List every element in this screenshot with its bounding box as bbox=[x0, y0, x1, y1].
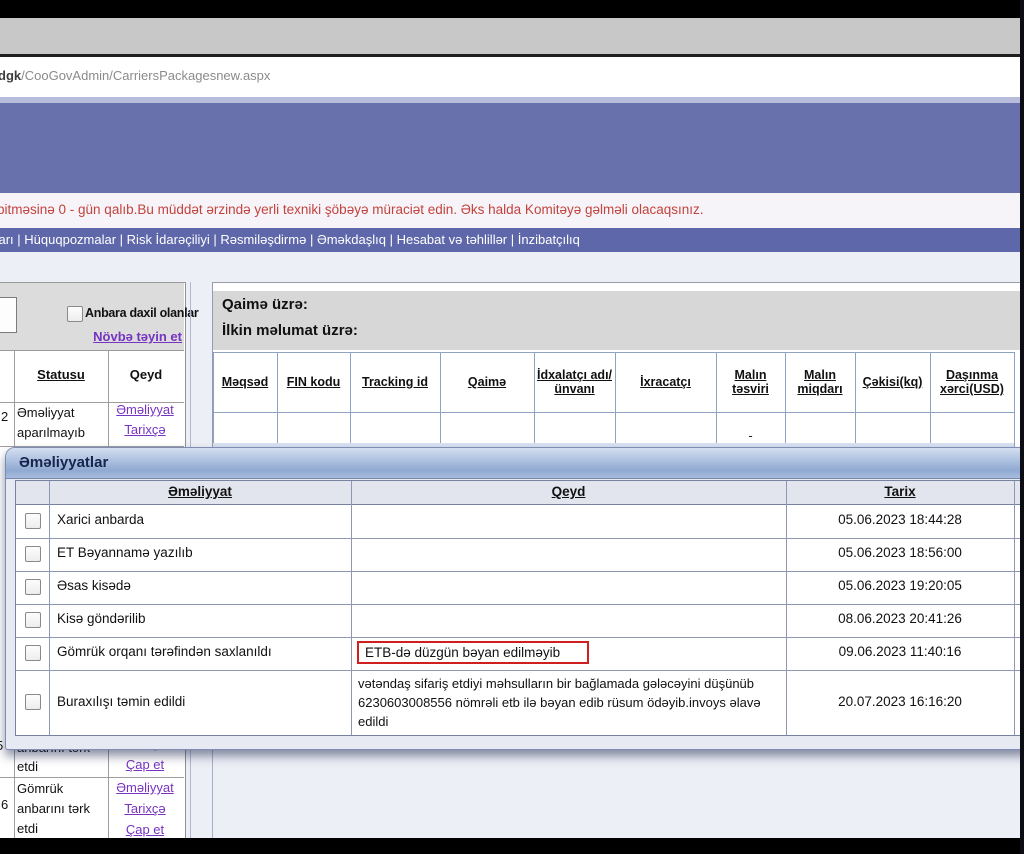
operation-link[interactable]: Əməliyyat bbox=[110, 402, 180, 417]
section-title-initial: İlkin məlumat üzrə: bbox=[222, 322, 358, 339]
row-status: anbarını tərk bbox=[17, 801, 90, 816]
divider bbox=[1014, 481, 1015, 735]
sidebar-column-status[interactable]: Statusu bbox=[14, 367, 108, 382]
note-cell-highlighted: ETB-də düzgün bəyan edilməyib bbox=[357, 641, 589, 664]
column-header-weight[interactable]: Çəkisi(kq) bbox=[856, 352, 929, 412]
divider bbox=[1014, 352, 1015, 462]
note-cell: vətəndaş sifariş etdiyi məhsulların bir … bbox=[358, 674, 790, 731]
operation-link[interactable]: Əməliyyat bbox=[110, 780, 180, 795]
date-cell: 20.07.2023 16:16:20 bbox=[786, 694, 1014, 709]
row-id: 2 bbox=[1, 409, 8, 424]
nav-item[interactable]: Rəsmiləşdirmə bbox=[220, 232, 306, 247]
column-header-waybill[interactable]: Qaimə bbox=[441, 352, 533, 412]
row-checkbox[interactable] bbox=[25, 612, 41, 628]
column-header-purpose[interactable]: Məqsəd bbox=[214, 352, 276, 412]
operation-cell: Buraxılışı təmin edildi bbox=[57, 694, 185, 709]
row-id: 6 bbox=[1, 797, 8, 812]
row-status: Gömrük bbox=[17, 781, 63, 796]
date-cell: 05.06.2023 18:44:28 bbox=[786, 512, 1014, 527]
dialog-title: Əməliyyatlar bbox=[19, 454, 108, 471]
divider bbox=[49, 481, 50, 735]
divider bbox=[16, 571, 1024, 572]
column-header-note[interactable]: Qeyd bbox=[351, 484, 786, 499]
operation-cell: Kisə göndərilib bbox=[57, 611, 146, 626]
empty-cell-dash: - bbox=[717, 428, 784, 443]
date-cell: 09.06.2023 11:40:16 bbox=[786, 644, 1014, 659]
main-nav: tları | Hüquqpozmalar | Risk İdarəçiliyi… bbox=[0, 232, 580, 247]
operations-dialog: Əməliyyatlar Əməliyyat Qeyd Tarix Xarici… bbox=[5, 447, 1024, 750]
letterbox-bottom bbox=[0, 838, 1024, 854]
row-checkbox[interactable] bbox=[25, 513, 41, 529]
column-header-goods-qty[interactable]: Malın miqdarı bbox=[786, 352, 854, 412]
browser-tab-bar bbox=[0, 18, 1024, 54]
column-header-exporter[interactable]: İxracatçı bbox=[616, 352, 715, 412]
letterbox-top bbox=[0, 0, 1024, 18]
nav-item[interactable]: Hesabat və təhlillər bbox=[397, 232, 508, 247]
history-link[interactable]: Tarixçə bbox=[110, 422, 180, 437]
nav-item[interactable]: İnzibatçılıq bbox=[518, 232, 580, 247]
url-text[interactable]: dgk/CooGovAdmin/CarriersPackagesnew.aspx bbox=[0, 68, 270, 83]
history-link[interactable]: Tarixçə bbox=[110, 801, 180, 816]
divider bbox=[213, 412, 1014, 413]
date-cell: 05.06.2023 18:56:00 bbox=[786, 545, 1014, 560]
column-header-fin[interactable]: FIN kodu bbox=[278, 352, 349, 412]
queue-assign-link[interactable]: Növbə təyin et bbox=[60, 329, 182, 344]
nav-item[interactable]: Hüquqpozmalar bbox=[24, 232, 116, 247]
sidebar-column-note: Qeyd bbox=[108, 367, 184, 382]
row-id: 5 bbox=[0, 738, 3, 753]
row-status: etdi bbox=[17, 821, 38, 836]
letterbox-right bbox=[1020, 0, 1024, 854]
divider bbox=[16, 604, 1024, 605]
nav-item[interactable]: Risk İdarəçiliyi bbox=[127, 232, 210, 247]
row-checkbox[interactable] bbox=[25, 694, 41, 710]
clipped-input-box[interactable] bbox=[0, 297, 17, 333]
column-header-importer[interactable]: İdxalatçı adı/ ünvanı bbox=[535, 352, 614, 412]
row-checkbox[interactable] bbox=[25, 546, 41, 562]
column-header-goods-desc[interactable]: Malın təsviri bbox=[717, 352, 784, 412]
divider bbox=[16, 637, 1024, 638]
divider bbox=[0, 777, 184, 778]
nav-item[interactable]: tları bbox=[0, 232, 14, 247]
operation-cell: Gömrük orqanı tərəfindən saxlanıldı bbox=[57, 644, 272, 659]
waybill-panel-header: Qaimə üzrə: İlkin məlumat üzrə: bbox=[213, 291, 1021, 350]
warning-strip: bitməsinə 0 - gün qalıb.Bu müddət ərzind… bbox=[0, 193, 1024, 228]
divider bbox=[212, 748, 213, 838]
operation-cell: Əsas kisədə bbox=[57, 578, 131, 593]
divider bbox=[351, 481, 352, 735]
divider bbox=[16, 538, 1024, 539]
column-header-shipping[interactable]: Daşınma xərci(USD) bbox=[931, 352, 1013, 412]
row-status: aparılmayıb bbox=[17, 425, 85, 440]
row-checkbox[interactable] bbox=[25, 645, 41, 661]
divider bbox=[16, 670, 1024, 671]
nav-item[interactable]: Əməkdaşlıq bbox=[317, 232, 386, 247]
print-link[interactable]: Çap et bbox=[110, 822, 180, 837]
browser-address-bar[interactable]: dgk/CooGovAdmin/CarriersPackagesnew.aspx bbox=[0, 57, 1024, 98]
column-header-date[interactable]: Tarix bbox=[786, 484, 1014, 499]
column-header-operation[interactable]: Əməliyyat bbox=[49, 484, 351, 499]
date-cell: 08.06.2023 20:41:26 bbox=[786, 611, 1014, 626]
date-cell: 05.06.2023 19:20:05 bbox=[786, 578, 1014, 593]
screen: dgk/CooGovAdmin/CarriersPackagesnew.aspx… bbox=[0, 0, 1024, 854]
print-link[interactable]: Çap et bbox=[110, 757, 180, 772]
operation-cell: Xarici anbarda bbox=[57, 512, 144, 527]
page-banner: Poçt məlumatları(Yeni) bbox=[0, 103, 1024, 193]
row-status: etdi bbox=[17, 759, 38, 774]
row-status: Əməliyyat bbox=[17, 405, 74, 420]
dialog-titlebar: Əməliyyatlar bbox=[6, 448, 1024, 479]
warehouse-filter-checkbox[interactable] bbox=[67, 306, 83, 322]
url-domain: dgk bbox=[0, 68, 21, 83]
section-title-waybill: Qaimə üzrə: bbox=[222, 296, 308, 313]
operations-table: Əməliyyat Qeyd Tarix Xarici anbarda 05.0… bbox=[15, 480, 1024, 736]
column-header-tracking[interactable]: Tracking id bbox=[351, 352, 439, 412]
url-path: /CooGovAdmin/CarriersPackagesnew.aspx bbox=[21, 68, 270, 83]
row-checkbox[interactable] bbox=[25, 579, 41, 595]
operation-cell: ET Bəyannamə yazılıb bbox=[57, 545, 193, 560]
main-nav-bar: tları | Hüquqpozmalar | Risk İdarəçiliyi… bbox=[0, 228, 1024, 252]
warehouse-filter-label: Anbara daxil olanlar bbox=[85, 306, 187, 320]
warning-text: bitməsinə 0 - gün qalıb.Bu müddət ərzind… bbox=[0, 202, 704, 217]
